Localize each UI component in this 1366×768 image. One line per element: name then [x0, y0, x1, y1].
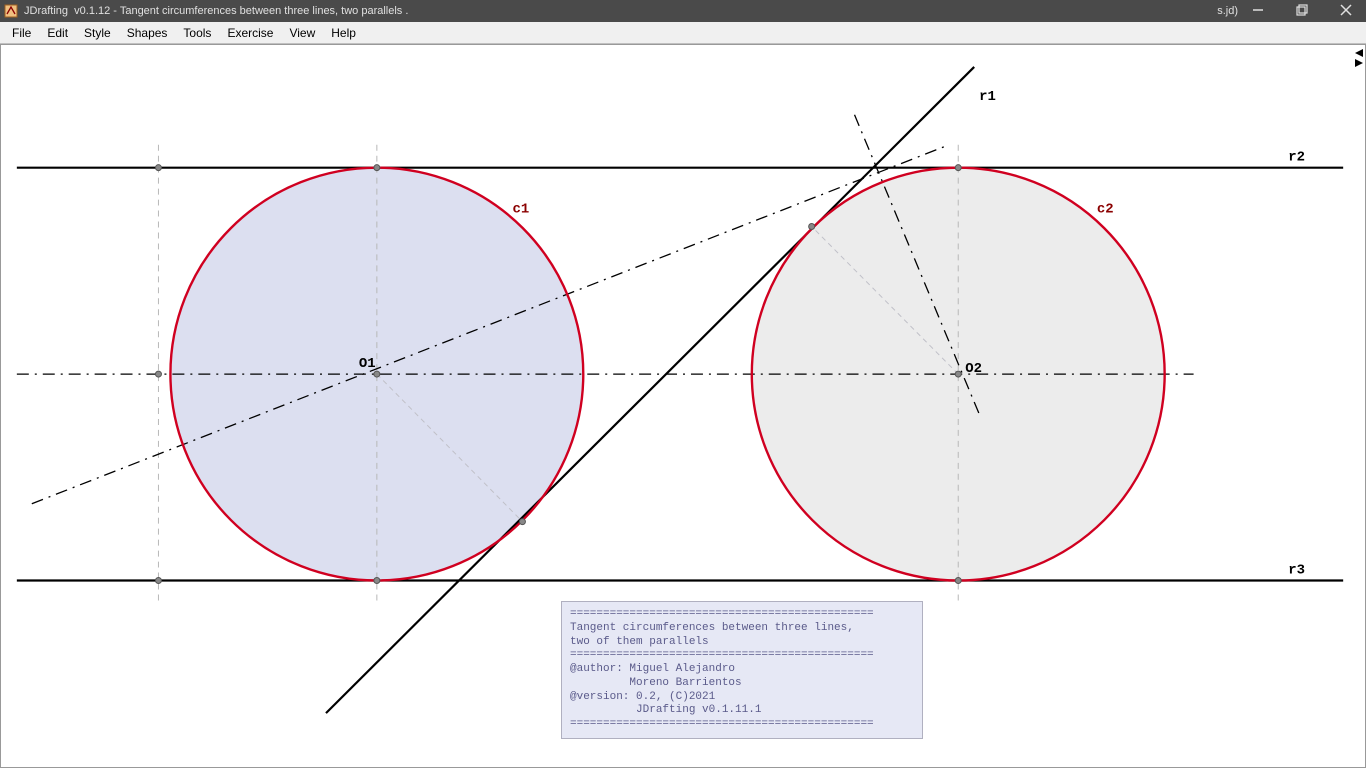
window-title: JDrafting v0.1.12 - Tangent circumferenc…: [24, 5, 1217, 17]
panel-collapse-right-icon[interactable]: [1355, 59, 1363, 67]
menu-tools[interactable]: Tools: [175, 24, 219, 42]
panel-toggle-handles[interactable]: [1353, 47, 1365, 72]
point-t-c2-r2[interactable]: [955, 165, 961, 171]
label-r3: r3: [1288, 563, 1305, 579]
point-t-c2-r1[interactable]: [809, 224, 815, 230]
point-aux-bl[interactable]: [155, 578, 161, 584]
close-button[interactable]: [1334, 4, 1358, 19]
point-aux-tl[interactable]: [155, 165, 161, 171]
menu-style[interactable]: Style: [76, 24, 119, 42]
point-t-c1-r1[interactable]: [519, 519, 525, 525]
point-t-c1-r3[interactable]: [374, 578, 380, 584]
window-title-suffix: s.jd): [1217, 5, 1238, 17]
description-box[interactable]: ========================================…: [561, 601, 923, 739]
label-o1: O1: [359, 356, 376, 372]
point-aux-ml[interactable]: [155, 371, 161, 377]
app-icon: [4, 4, 18, 18]
menu-shapes[interactable]: Shapes: [119, 24, 176, 42]
menu-edit[interactable]: Edit: [39, 24, 76, 42]
minimize-button[interactable]: [1246, 4, 1270, 19]
label-o2: O2: [965, 361, 982, 377]
menu-view[interactable]: View: [281, 24, 323, 42]
panel-collapse-left-icon[interactable]: [1355, 49, 1363, 57]
maximize-button[interactable]: [1290, 4, 1314, 19]
titlebar: JDrafting v0.1.12 - Tangent circumferenc…: [0, 0, 1366, 22]
canvas[interactable]: r1 r2 r3 c1 c2 O1 O2 ===================…: [0, 44, 1366, 768]
point-t-c2-r3[interactable]: [955, 578, 961, 584]
menu-exercise[interactable]: Exercise: [219, 24, 281, 42]
point-t-c1-r2[interactable]: [374, 165, 380, 171]
label-r2: r2: [1288, 150, 1305, 166]
menu-help[interactable]: Help: [323, 24, 364, 42]
label-c2: c2: [1097, 202, 1114, 218]
label-c1: c1: [512, 202, 529, 218]
label-r1: r1: [979, 89, 996, 105]
window-controls: [1246, 4, 1358, 19]
point-o2[interactable]: [955, 371, 961, 377]
menu-file[interactable]: File: [4, 24, 39, 42]
menubar: File Edit Style Shapes Tools Exercise Vi…: [0, 22, 1366, 44]
